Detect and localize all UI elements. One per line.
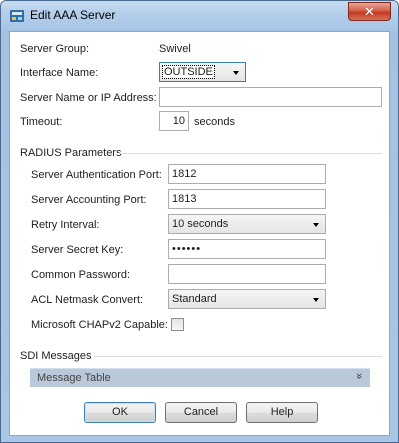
server-group-label: Server Group: xyxy=(20,43,90,55)
window-title: Edit AAA Server xyxy=(30,8,116,22)
close-icon: ✕ xyxy=(364,4,375,19)
chapv2-checkbox[interactable] xyxy=(171,318,184,331)
common-password-label: Common Password: xyxy=(31,269,131,281)
title-bar[interactable]: Edit AAA Server ✕ xyxy=(1,1,398,30)
chevron-down-icon xyxy=(313,298,319,302)
timeout-unit: seconds xyxy=(194,116,235,128)
help-button[interactable]: Help xyxy=(246,402,318,423)
cancel-button[interactable]: Cancel xyxy=(165,402,237,423)
interface-name-select[interactable]: OUTSIDE xyxy=(159,62,246,82)
server-name-label: Server Name or IP Address: xyxy=(20,92,157,104)
retry-interval-value: 10 seconds xyxy=(172,218,229,230)
expand-icon[interactable]: » xyxy=(353,373,365,379)
message-table-bar[interactable]: Message Table » xyxy=(30,368,370,387)
retry-interval-label: Retry Interval: xyxy=(31,219,100,231)
secret-key-label: Server Secret Key: xyxy=(31,244,124,256)
auth-port-label: Server Authentication Port: xyxy=(31,169,162,181)
chevron-down-icon xyxy=(233,71,239,75)
app-icon xyxy=(10,10,24,22)
ok-button[interactable]: OK xyxy=(84,402,156,423)
secret-key-input[interactable]: •••••• xyxy=(168,239,326,259)
chevron-down-icon xyxy=(313,223,319,227)
acct-port-label: Server Accounting Port: xyxy=(31,194,147,206)
radius-section-title: RADIUS Parameters xyxy=(20,147,122,159)
timeout-label: Timeout: xyxy=(20,116,63,128)
auth-port-input[interactable]: 1812 xyxy=(168,164,326,184)
acl-netmask-select[interactable]: Standard xyxy=(168,289,326,309)
message-table-label: Message Table xyxy=(37,372,111,384)
acct-port-input[interactable]: 1813 xyxy=(168,189,326,209)
edit-aaa-server-dialog: Edit AAA Server ✕ Server Group: Swivel I… xyxy=(0,0,399,443)
dialog-body: Server Group: Swivel Interface Name: OUT… xyxy=(9,31,390,436)
sdi-separator xyxy=(94,356,382,357)
interface-name-value: OUTSIDE xyxy=(162,65,215,79)
interface-name-label: Interface Name: xyxy=(20,67,99,79)
common-password-input[interactable] xyxy=(168,264,326,284)
radius-separator xyxy=(118,153,382,154)
timeout-input[interactable]: 10 xyxy=(159,111,189,131)
close-button[interactable]: ✕ xyxy=(348,2,391,21)
server-group-value: Swivel xyxy=(159,43,191,55)
retry-interval-select[interactable]: 10 seconds xyxy=(168,214,326,234)
acl-netmask-label: ACL Netmask Convert: xyxy=(31,294,144,306)
server-name-input[interactable] xyxy=(159,87,382,107)
sdi-section-title: SDI Messages xyxy=(20,350,92,362)
chapv2-label: Microsoft CHAPv2 Capable: xyxy=(31,319,168,331)
acl-netmask-value: Standard xyxy=(172,293,217,305)
